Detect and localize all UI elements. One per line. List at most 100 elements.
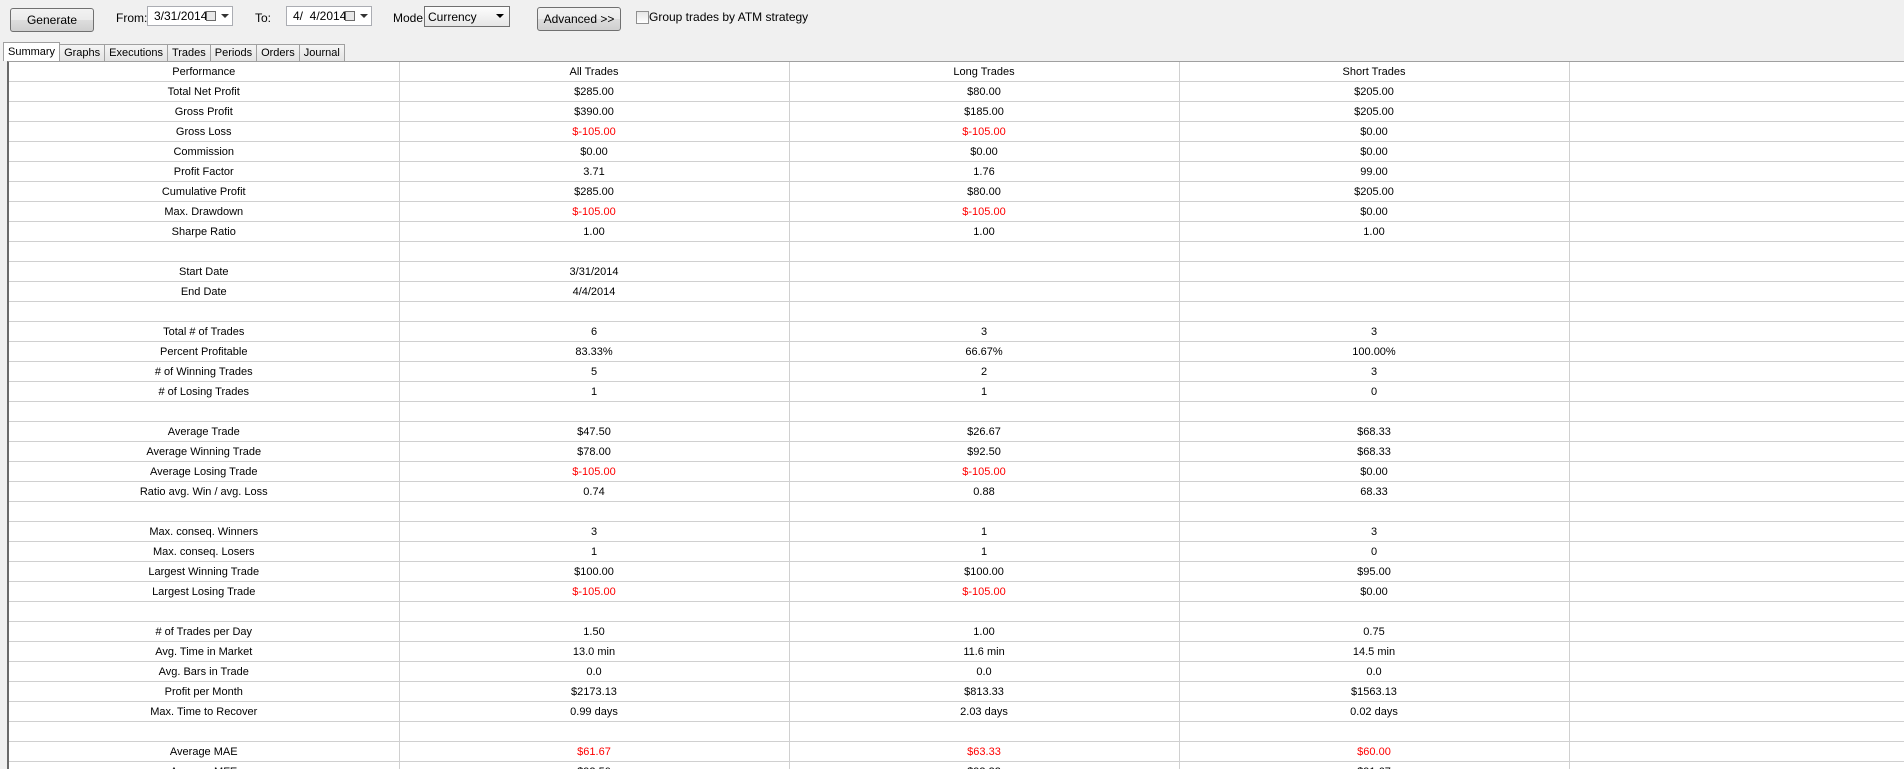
- metric-value: [789, 721, 1180, 742]
- metric-value: $813.33: [789, 681, 1180, 702]
- metric-label: Largest Winning Trade: [9, 561, 400, 582]
- empty-cell: [1569, 741, 1904, 762]
- advanced-button[interactable]: Advanced >>: [537, 7, 621, 31]
- metric-value: 0.74: [399, 481, 790, 502]
- tab-orders[interactable]: Orders: [256, 44, 300, 61]
- table-row: Average MAE $61.67 $63.33 $60.00: [9, 741, 1904, 762]
- metric-value: [1179, 721, 1570, 742]
- metric-value: 3: [1179, 321, 1570, 342]
- metric-value: 3: [789, 321, 1180, 342]
- metric-value: 1.00: [789, 621, 1180, 642]
- table-row: Start Date 3/31/2014: [9, 261, 1904, 282]
- metric-value: $-105.00: [399, 461, 790, 482]
- tab-periods[interactable]: Periods: [209, 44, 258, 61]
- column-header: Performance: [9, 62, 400, 82]
- empty-cell: [1569, 201, 1904, 222]
- metric-label: Commission: [9, 141, 400, 162]
- empty-cell: [1569, 661, 1904, 682]
- metric-label: Profit per Month: [9, 681, 400, 702]
- metric-value: 5: [399, 361, 790, 382]
- metric-value: $0.00: [1179, 461, 1570, 482]
- table-row: Profit Factor 3.71 1.76 99.00: [9, 161, 1904, 182]
- empty-cell: [1569, 401, 1904, 422]
- metric-label: Sharpe Ratio: [9, 221, 400, 242]
- empty-cell: [1569, 161, 1904, 182]
- metric-value: [399, 501, 790, 522]
- metric-value: $-105.00: [399, 581, 790, 602]
- metric-value: 14.5 min: [1179, 641, 1570, 662]
- table-row: [9, 721, 1904, 742]
- metric-value: 0.99 days: [399, 701, 790, 722]
- performance-table: Performance All Trades Long Trades Short Tr…: [9, 62, 1904, 769]
- metric-value: $0.00: [789, 141, 1180, 162]
- metric-label: Gross Loss: [9, 121, 400, 142]
- table-row: [9, 601, 1904, 622]
- empty-cell: [1569, 301, 1904, 322]
- metric-value: $-105.00: [789, 581, 1180, 602]
- tab-journal[interactable]: Journal: [298, 44, 345, 61]
- metric-value: 1: [399, 541, 790, 562]
- metric-label: End Date: [9, 281, 400, 302]
- empty-cell: [1569, 321, 1904, 342]
- empty-cell: [1569, 581, 1904, 602]
- calendar-icon: [206, 11, 216, 21]
- empty-cell: [1569, 141, 1904, 162]
- metric-label: Largest Losing Trade: [9, 581, 400, 602]
- table-row: Avg. Time in Market 13.0 min 11.6 min 14.5 …: [9, 641, 1904, 662]
- metric-value: 0.88: [789, 481, 1180, 502]
- table-row: [9, 401, 1904, 422]
- table-header-row: Performance All Trades Long Trades Short Tr…: [9, 62, 1904, 82]
- empty-cell: [1569, 62, 1904, 82]
- to-date-picker[interactable]: 4/ 4/2014: [286, 6, 372, 26]
- summary-grid[interactable]: Performance All Trades Long Trades Short Tr…: [7, 61, 1904, 769]
- calendar-icon: [345, 11, 355, 21]
- metric-value: 100.00%: [1179, 341, 1570, 362]
- empty-cell: [1569, 261, 1904, 282]
- metric-value: $205.00: [1179, 101, 1570, 122]
- metric-value: 68.33: [1179, 481, 1570, 502]
- metric-value: $0.00: [1179, 121, 1570, 142]
- metric-value: $0.00: [1179, 201, 1570, 222]
- tab-summary[interactable]: Summary: [3, 42, 61, 61]
- metric-value: $92.50: [789, 441, 1180, 462]
- metric-value: $100.00: [789, 561, 1180, 582]
- group-by-atm-checkbox[interactable]: [636, 11, 649, 24]
- metric-value: 1: [399, 381, 790, 402]
- metric-value: [1179, 261, 1570, 282]
- empty-cell: [1569, 541, 1904, 562]
- metric-label: Profit Factor: [9, 161, 400, 182]
- metric-label: Average MFE: [9, 761, 400, 769]
- table-row: Average Losing Trade $-105.00 $-105.00 $0.0…: [9, 461, 1904, 482]
- metric-label: Start Date: [9, 261, 400, 282]
- metric-value: 1.76: [789, 161, 1180, 182]
- metric-value: [789, 281, 1180, 302]
- table-row: Average MFE$92.50$93.33$91.67: [9, 761, 1904, 769]
- from-date-picker[interactable]: 3/31/2014: [147, 6, 233, 26]
- metric-value: $-105.00: [399, 201, 790, 222]
- metric-label: [9, 301, 400, 322]
- mode-select[interactable]: Currency: [424, 6, 510, 27]
- generate-button[interactable]: Generate: [10, 8, 94, 32]
- metric-value: [399, 601, 790, 622]
- table-row: Profit per Month $2173.13 $813.33 $1563.13: [9, 681, 1904, 702]
- tab-trades[interactable]: Trades: [166, 44, 211, 61]
- metric-value: 83.33%: [399, 341, 790, 362]
- metric-value: 66.67%: [789, 341, 1180, 362]
- metric-label: Average Losing Trade: [9, 461, 400, 482]
- metric-label: # of Winning Trades: [9, 361, 400, 382]
- metric-value: $93.33: [789, 761, 1180, 769]
- metric-value: 1: [789, 381, 1180, 402]
- dropdown-arrow-icon[interactable]: [360, 14, 368, 18]
- table-row: [9, 301, 1904, 322]
- metric-value: $285.00: [399, 81, 790, 102]
- empty-cell: [1569, 681, 1904, 702]
- metric-value: 13.0 min: [399, 641, 790, 662]
- metric-value: [789, 261, 1180, 282]
- metric-value: $2173.13: [399, 681, 790, 702]
- table-row: Gross Profit $390.00 $185.00 $205.00: [9, 101, 1904, 122]
- tab-graphs[interactable]: Graphs: [59, 44, 106, 61]
- dropdown-arrow-icon[interactable]: [221, 14, 229, 18]
- tab-executions[interactable]: Executions: [104, 44, 168, 61]
- metric-label: Ratio avg. Win / avg. Loss: [9, 481, 400, 502]
- metric-value: 11.6 min: [789, 641, 1180, 662]
